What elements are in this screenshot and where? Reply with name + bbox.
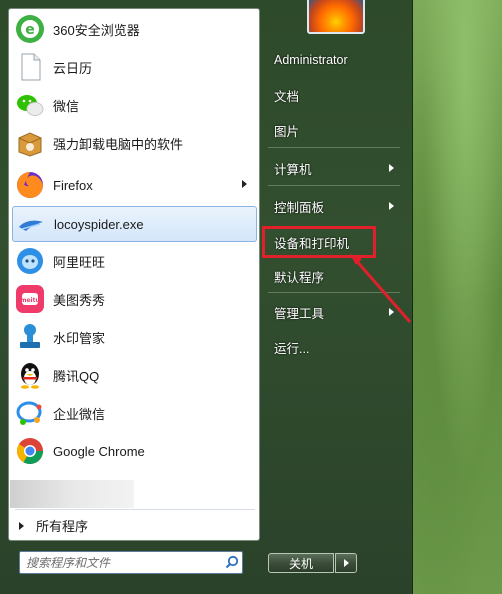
annotation-arrow-icon: [350, 254, 412, 323]
